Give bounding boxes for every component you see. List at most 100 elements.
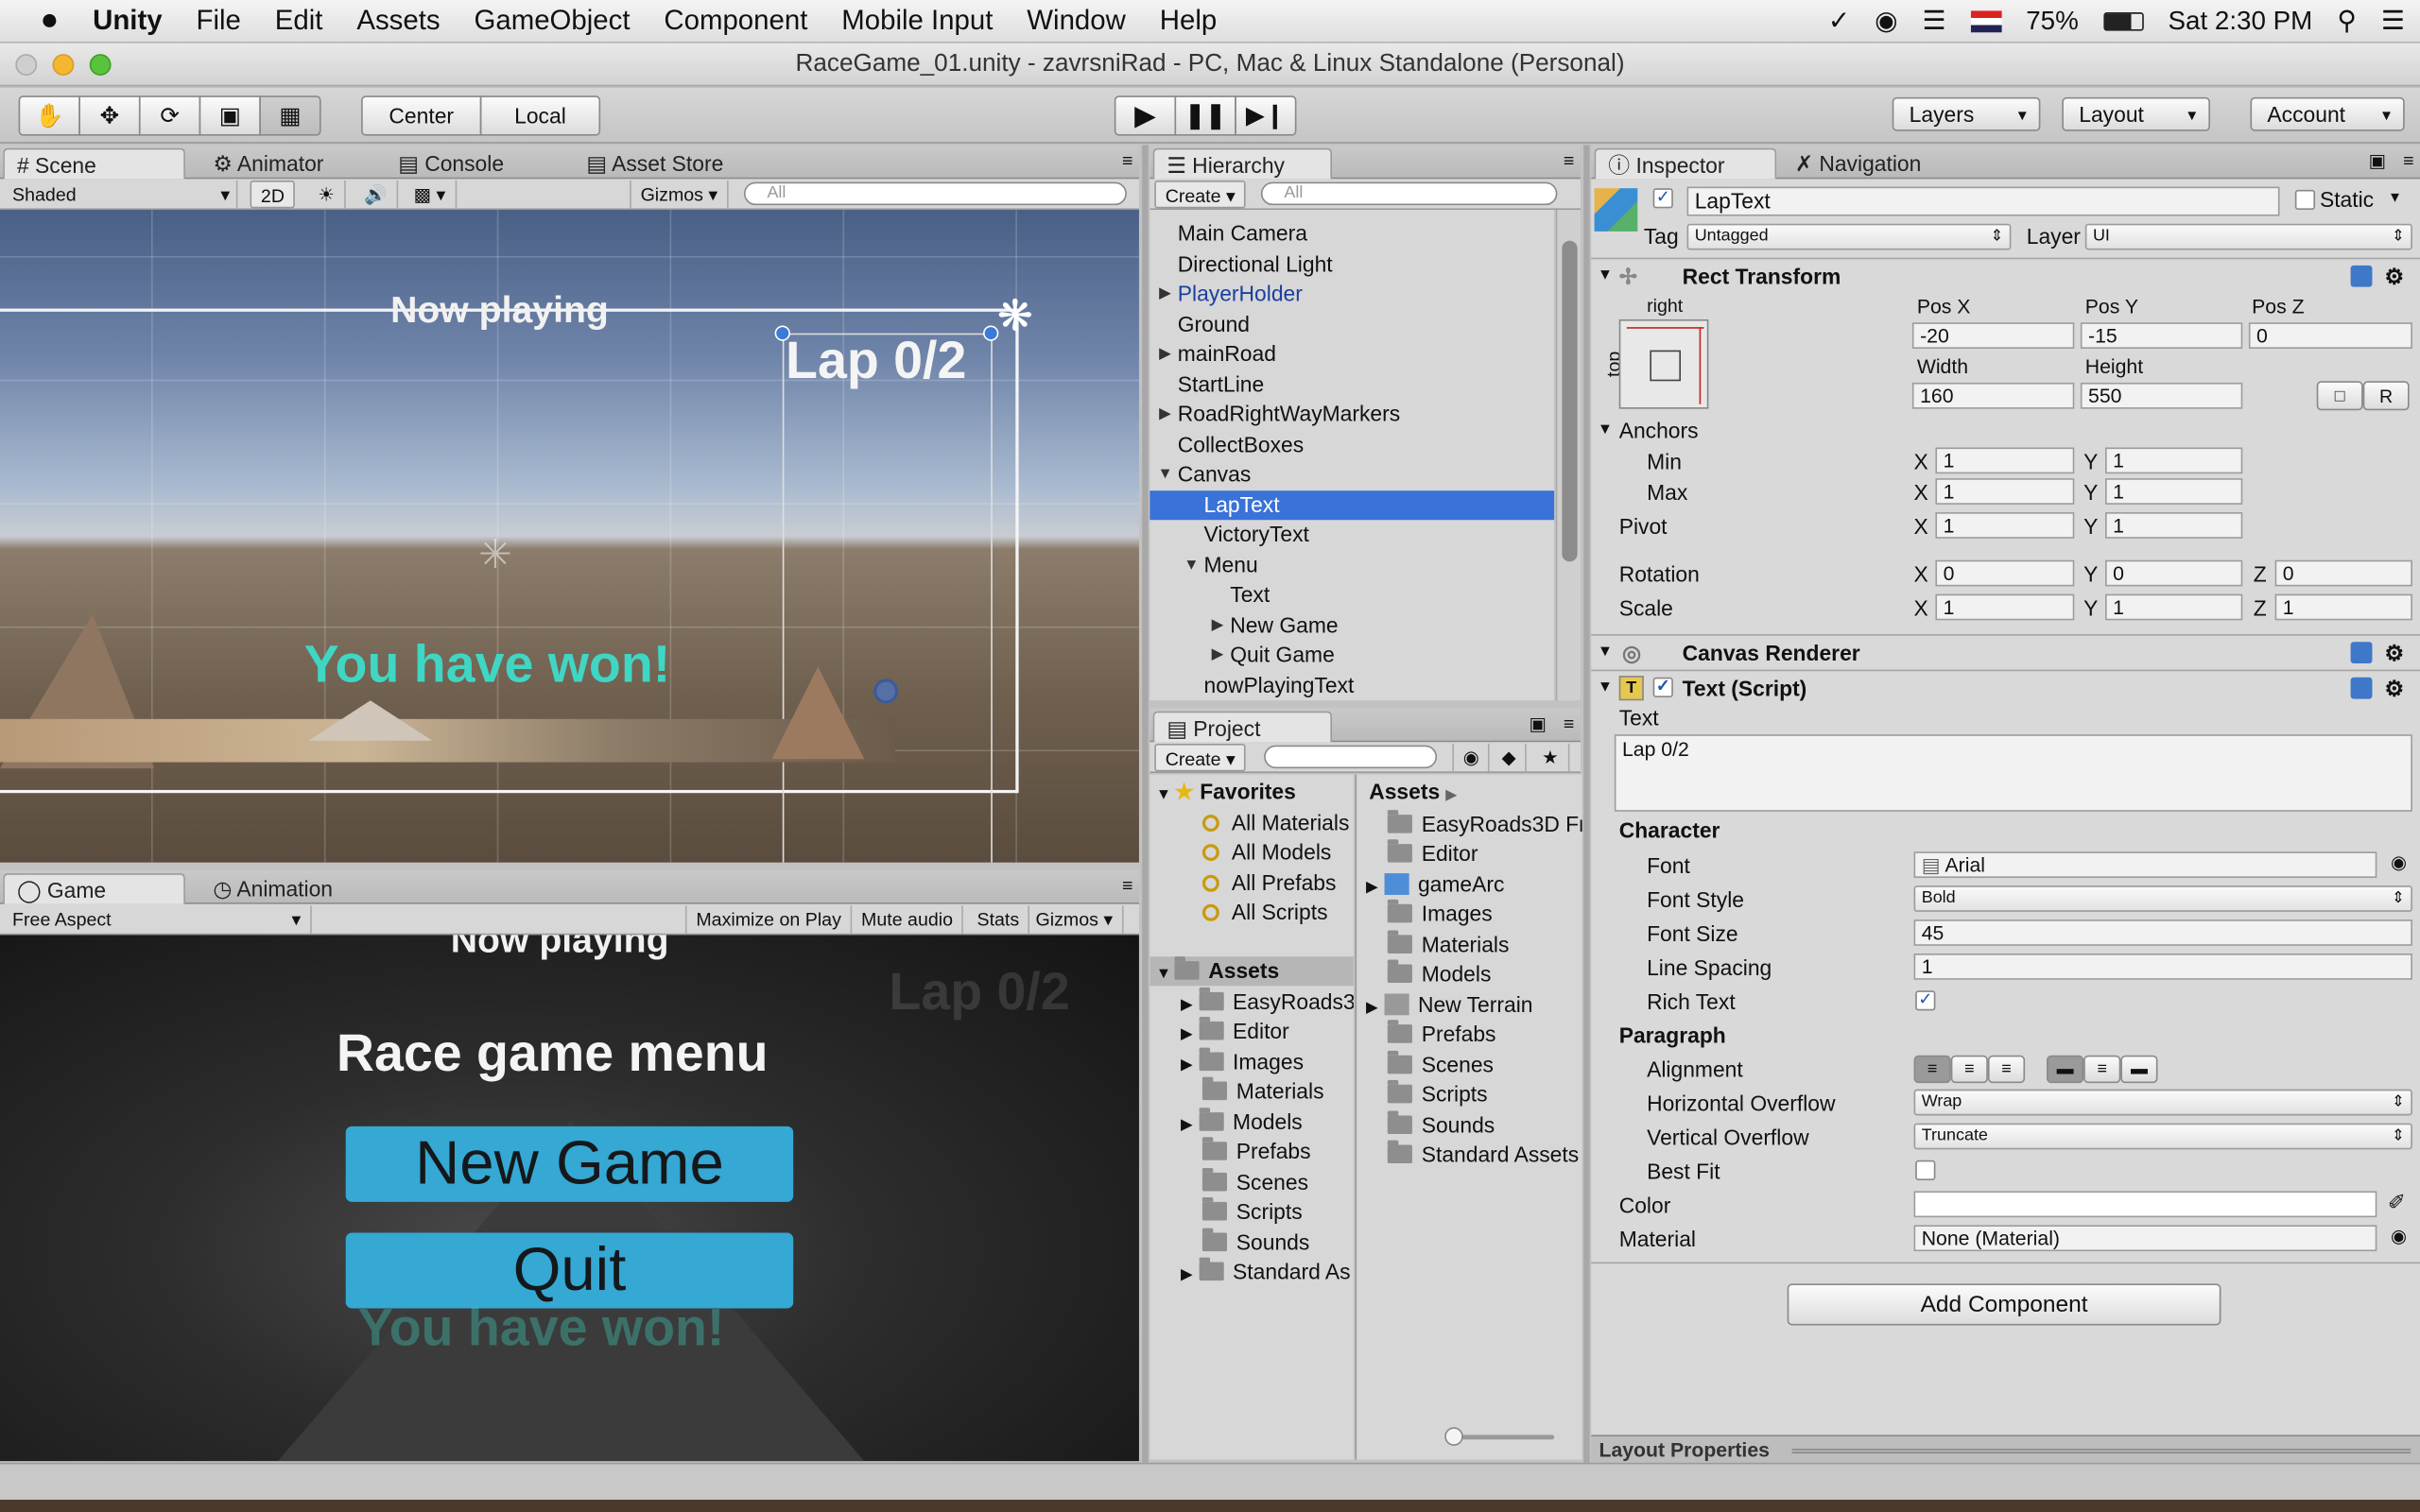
asset-tree-item[interactable]: ▶ Editor <box>1181 1016 1289 1046</box>
expand-arrow-icon[interactable]: ▶ <box>1181 1026 1193 1043</box>
flag-icon[interactable] <box>1970 10 2002 33</box>
font-style-dropdown[interactable]: Bold <box>1913 885 2412 912</box>
close-window-icon[interactable] <box>15 54 38 77</box>
align-bottom-button[interactable]: ▬ <box>2120 1055 2158 1084</box>
panel-menu-icon[interactable]: ≡ <box>1564 149 1574 171</box>
hierarchy-item[interactable]: Text <box>1150 580 1554 610</box>
hierarchy-list[interactable]: Main Camera Directional Light ▶ PlayerHol… <box>1150 210 1555 701</box>
favorites-header[interactable]: ▼ ★ Favorites <box>1150 778 1296 807</box>
hierarchy-scrollbar[interactable] <box>1555 210 1581 701</box>
panel-menu-icon[interactable]: ≡ <box>1564 713 1574 734</box>
anchor-max-y-field[interactable]: 1 <box>2105 478 2243 505</box>
expand-arrow-icon[interactable]: ▶ <box>1181 1057 1193 1074</box>
effects-dropdown-icon[interactable]: ▩ ▾ <box>405 180 457 209</box>
menu-gameobject[interactable]: GameObject <box>458 5 648 37</box>
active-checkbox[interactable]: ✓ <box>1652 188 1673 209</box>
color-swatch[interactable] <box>1913 1191 2377 1218</box>
camera-gizmo-icon[interactable] <box>873 679 899 704</box>
clock[interactable]: Sat 2:30 PM <box>2169 7 2313 38</box>
project-search-input[interactable] <box>1264 745 1438 769</box>
layout-properties-bar[interactable]: Layout Properties <box>1591 1435 2420 1463</box>
rect-transform-header[interactable]: ▼ ✢ Rect Transform ⚙ <box>1591 257 2420 293</box>
help-icon[interactable] <box>2350 265 2373 287</box>
collapse-arrow-icon[interactable]: ▼ <box>1598 671 1613 705</box>
collapse-arrow-icon[interactable]: ▼ <box>1598 259 1613 293</box>
asset-tree-item[interactable]: Scenes <box>1201 1167 1308 1197</box>
material-field[interactable]: None (Material) <box>1913 1225 2377 1252</box>
stats-toggle[interactable]: Stats <box>968 905 1030 934</box>
hierarchy-item[interactable]: ▼ Menu <box>1150 551 1554 580</box>
hierarchy-item[interactable]: ▶ RoadRightWayMarkers <box>1150 400 1554 429</box>
blueprint-mode-button[interactable]: □ <box>2316 381 2363 411</box>
asset-item[interactable]: EasyRoads3D Fr <box>1387 810 1582 839</box>
asset-item[interactable]: Sounds <box>1387 1110 1495 1141</box>
scale-x-field[interactable]: 1 <box>1935 593 2075 621</box>
expand-arrow-icon[interactable]: ▶ <box>1181 1266 1193 1283</box>
lock-icon[interactable]: ▣ <box>1529 713 1547 734</box>
hierarchy-item[interactable]: Directional Light <box>1150 249 1554 279</box>
maximize-on-play-toggle[interactable]: Maximize on Play <box>684 905 853 934</box>
asset-item[interactable]: Scripts <box>1387 1079 1488 1109</box>
panel-menu-icon[interactable]: ≡ <box>2403 149 2413 171</box>
static-dropdown-icon[interactable]: ▾ <box>2391 187 2399 207</box>
add-component-button[interactable]: Add Component <box>1787 1283 2221 1326</box>
menu-help[interactable]: Help <box>1143 5 1234 37</box>
aspect-dropdown[interactable]: Free Aspect ▾ <box>3 905 312 934</box>
hierarchy-item[interactable]: ▶ New Game <box>1150 611 1554 641</box>
anchor-max-x-field[interactable]: 1 <box>1935 478 2075 505</box>
rotation-x-field[interactable]: 0 <box>1935 559 2075 587</box>
menu-edit[interactable]: Edit <box>258 5 340 37</box>
asset-tree-item[interactable]: Prefabs <box>1201 1137 1311 1166</box>
align-center-button[interactable]: ≡ <box>1950 1055 1988 1084</box>
static-checkbox[interactable] <box>2294 189 2316 211</box>
asset-tree-item[interactable]: ▶ Standard As <box>1181 1257 1351 1287</box>
object-picker-icon[interactable]: ◉ <box>2391 1225 2407 1246</box>
asset-item[interactable]: Standard Assets <box>1387 1140 1579 1170</box>
panel-menu-icon[interactable]: ≡ <box>1122 875 1132 897</box>
light-gizmo-icon[interactable]: ✳ <box>478 531 512 579</box>
favorite-item[interactable]: All Models <box>1201 838 1331 868</box>
tab-inspector[interactable]: ⓘ Inspector <box>1594 147 1777 180</box>
pivot-y-field[interactable]: 1 <box>2105 512 2243 539</box>
gizmos-dropdown[interactable]: Gizmos ▾ <box>630 180 729 209</box>
font-size-field[interactable]: 45 <box>1913 919 2412 946</box>
gear-icon[interactable]: ⚙ <box>2385 636 2405 670</box>
lock-icon[interactable]: ▣ <box>2369 149 2387 171</box>
hierarchy-create-dropdown[interactable]: Create ▾ <box>1154 180 1247 209</box>
notification-center-icon[interactable]: ☰ <box>2381 7 2405 38</box>
asset-item[interactable]: ▶ gameArc <box>1366 870 1505 900</box>
rotation-z-field[interactable]: 0 <box>2274 559 2412 587</box>
height-field[interactable]: 550 <box>2080 382 2243 409</box>
raw-edit-button[interactable]: R <box>2362 381 2410 411</box>
asset-tree-item[interactable]: Scripts <box>1201 1196 1303 1227</box>
pos-y-field[interactable]: -15 <box>2080 322 2243 349</box>
tab-navigation[interactable]: ✗ Navigation <box>1783 148 1934 180</box>
scene-view[interactable]: ❋ Now playing Lap 0/2 You have won! ✳ <box>0 210 1139 863</box>
hierarchy-item[interactable]: Main Camera <box>1150 219 1554 249</box>
project-create-dropdown[interactable]: Create ▾ <box>1154 743 1247 772</box>
asset-item[interactable]: Images <box>1387 899 1493 929</box>
assets-breadcrumb[interactable]: Assets ▶ <box>1369 778 1457 807</box>
hierarchy-item[interactable]: ▼ Canvas <box>1150 460 1554 490</box>
collapse-arrow-icon[interactable]: ▼ <box>1598 636 1613 670</box>
pivot-local-button[interactable]: Local <box>479 95 601 136</box>
font-field[interactable]: ▤ Arial <box>1913 851 2377 879</box>
asset-tree-item[interactable]: Materials <box>1201 1076 1324 1107</box>
anchor-icon[interactable]: ❋ <box>997 290 1033 341</box>
scale-y-field[interactable]: 1 <box>2105 593 2243 621</box>
play-button[interactable]: ▶ <box>1114 95 1177 136</box>
line-spacing-field[interactable]: 1 <box>1913 954 2412 980</box>
spotlight-search-icon[interactable]: ⚲ <box>2337 7 2356 38</box>
tab-game[interactable]: ◯ Game <box>3 873 185 904</box>
text-enabled-checkbox[interactable]: ✓ <box>1652 677 1673 697</box>
asset-item[interactable]: Materials <box>1387 930 1509 960</box>
hierarchy-item[interactable]: ▶ Quit Game <box>1150 641 1554 670</box>
hand-tool-icon[interactable]: ✋ <box>18 95 80 136</box>
align-left-button[interactable]: ≡ <box>1913 1055 1951 1084</box>
expand-arrow-icon[interactable]: ▶ <box>1159 280 1171 309</box>
scale-tool-icon[interactable]: ▣ <box>199 95 261 136</box>
hierarchy-item[interactable]: nowPlayingText <box>1150 671 1554 700</box>
expand-arrow-icon[interactable]: ▶ <box>1181 1117 1193 1134</box>
apple-icon[interactable]: ● <box>0 3 76 39</box>
evernote-icon[interactable]: ◉ <box>1875 7 1897 38</box>
